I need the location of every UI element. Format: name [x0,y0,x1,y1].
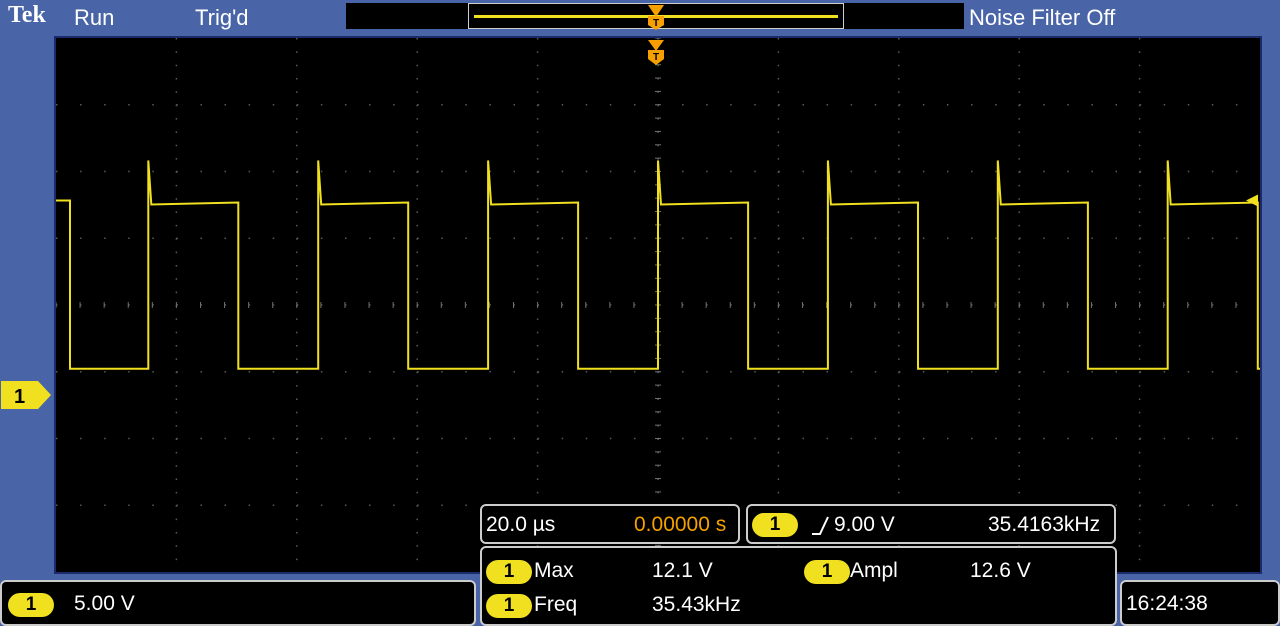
measurement-source-badge: 1 [486,560,532,584]
noise-filter-status[interactable]: Noise Filter Off [969,5,1115,31]
clock-time: 16:24:38 [1126,592,1208,615]
channel-1-badge: 1 [8,593,54,617]
svg-text:T: T [653,52,659,63]
waveform-display[interactable] [54,36,1262,574]
trigger-level-arrow-icon[interactable] [1246,194,1258,207]
horizontal-readout[interactable]: 20.0 µs 0.00000 s [480,504,740,544]
svg-text:T: T [653,18,659,29]
measurement-freq-value: 35.43kHz [652,593,741,616]
trigger-level-value: 9.00 V [834,513,895,536]
channel-1-trace [56,160,1260,370]
measurement-max-value: 12.1 V [652,559,713,582]
channel-1-readout[interactable]: 1 5.00 V [0,580,476,626]
channel-1-ground-marker-icon[interactable]: 1 [0,380,52,410]
trigger-position-icon[interactable]: T [646,3,666,31]
channel-1-marker-label: 1 [14,386,25,408]
measurement-freq-label: Freq [534,593,578,616]
measurement-ampl-value: 12.6 V [970,559,1031,582]
measurement-source-badge: 1 [804,560,850,584]
timebase-value: 20.0 µs [486,513,556,536]
trigger-status: Trig'd [195,5,249,30]
measurement-ampl-label: Ampl [850,559,898,582]
trigger-delay-icon[interactable]: T [646,38,666,66]
acquisition-state[interactable]: Run [74,5,114,31]
measurement-max-label: Max [534,559,574,582]
clock-readout: 16:24:38 [1120,580,1280,626]
trigger-readout[interactable]: 1 9.00 V 35.4163kHz [746,504,1116,544]
trigger-frequency-value: 35.4163kHz [988,513,1101,536]
rising-edge-icon [812,516,829,535]
channel-1-scale-value: 5.00 V [74,592,135,615]
graticule [56,38,1260,572]
measurements-panel[interactable]: 1 Max 12.1 V 1 Ampl 12.6 V 1 Freq 35.43k… [480,546,1117,626]
measurement-source-badge: 1 [486,594,532,618]
tek-logo: Tek [8,2,46,28]
horizontal-delay-value: 0.00000 s [634,513,727,536]
trigger-source-badge: 1 [752,513,798,537]
status-bar: Tek Run Trig'd T Noise Filter Off [0,0,1280,36]
